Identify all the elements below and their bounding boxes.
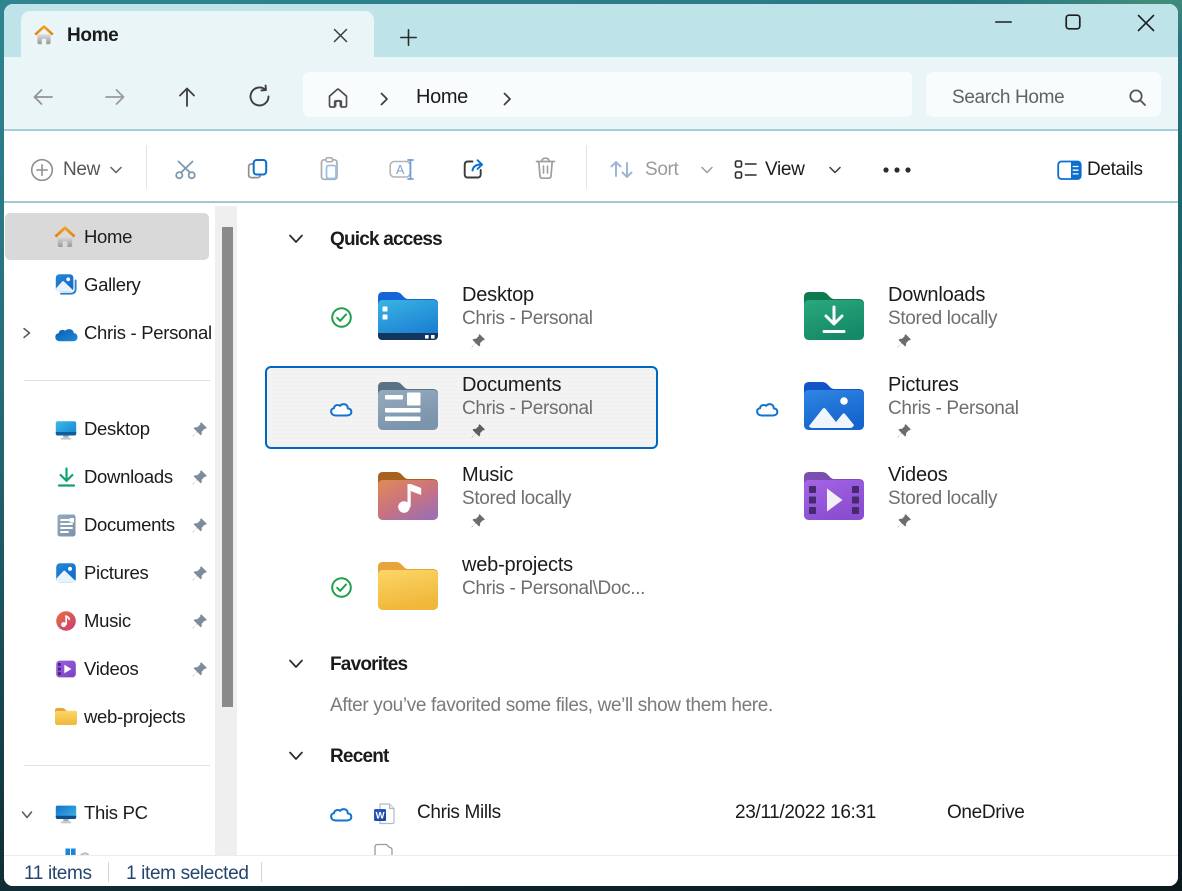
svg-text:W: W: [376, 811, 385, 822]
svg-text:A: A: [396, 163, 405, 177]
